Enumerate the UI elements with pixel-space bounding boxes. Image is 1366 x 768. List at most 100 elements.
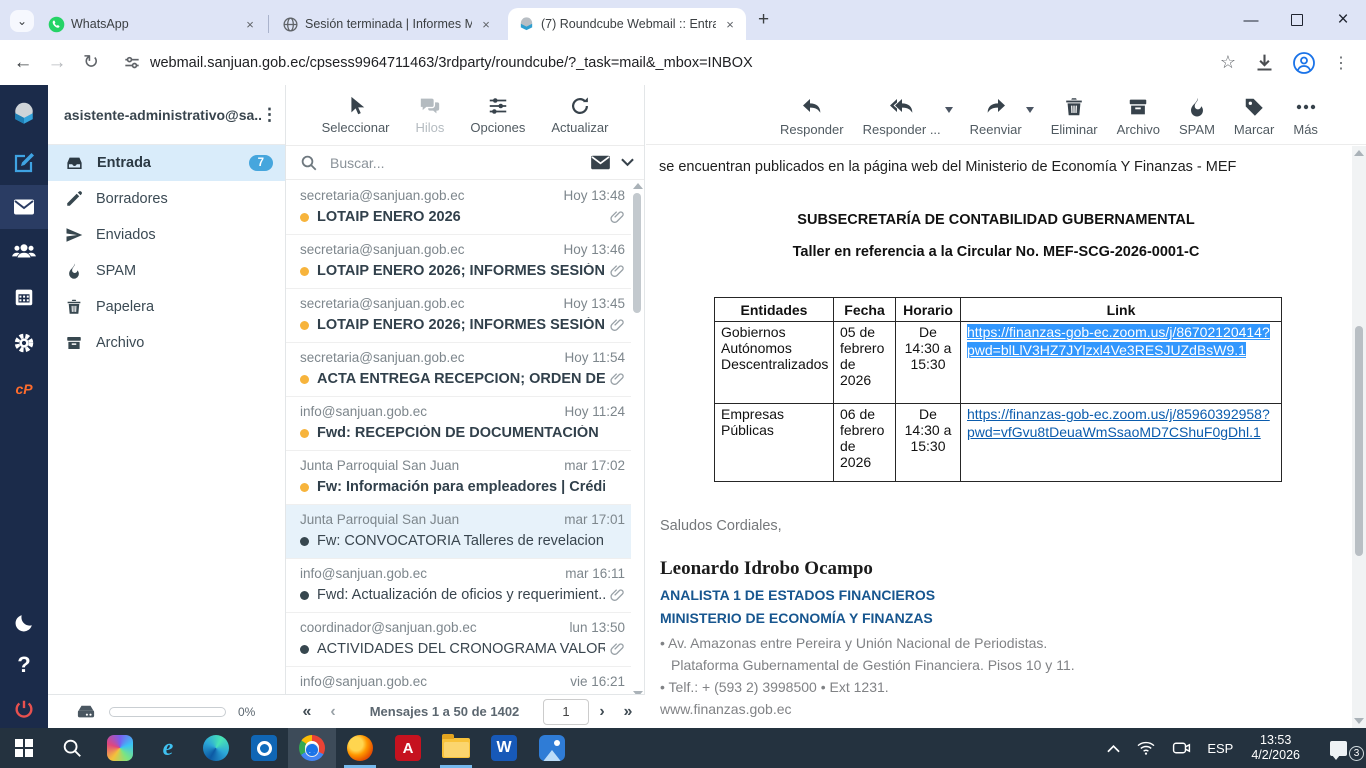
browser-menu-icon[interactable]: ⋮	[1324, 46, 1358, 80]
dark-mode-moon-icon[interactable]	[0, 601, 48, 645]
list-item[interactable]: secretaria@sanjuan.gob.ec Hoy 11:54 ACTA…	[286, 343, 631, 397]
tray-chevron-up-icon[interactable]	[1099, 728, 1128, 768]
quota-bar: 0%	[48, 694, 286, 728]
status-dot	[300, 267, 309, 276]
window-restore-button[interactable]	[1274, 0, 1320, 40]
profile-avatar-icon[interactable]	[1292, 51, 1316, 75]
reply-all-button[interactable]: Responder ...	[863, 95, 941, 137]
refresh-button[interactable]: Actualizar	[551, 95, 608, 135]
folder-entrada[interactable]: Entrada 7	[48, 145, 285, 181]
last-page-button[interactable]: »	[615, 703, 641, 721]
folder-archivo[interactable]: Archivo	[48, 325, 285, 361]
search-options-chevron-icon[interactable]	[621, 158, 634, 167]
spam-button[interactable]: SPAM	[1179, 95, 1215, 137]
tab-roundcube-active[interactable]: (7) Roundcube Webmail :: Entra ×	[508, 8, 746, 40]
tab-close-icon[interactable]: ×	[242, 16, 258, 32]
folder-enviados[interactable]: Enviados	[48, 217, 285, 253]
zoom-link[interactable]: https://finanzas-gob-ec.zoom.us/j/859603…	[967, 406, 1270, 440]
reply-button[interactable]: Responder	[780, 95, 844, 137]
page-number-input[interactable]	[543, 699, 589, 725]
wifi-icon[interactable]	[1128, 728, 1164, 768]
tab-sesion-terminada[interactable]: Sesión terminada | Informes Me ×	[272, 8, 502, 40]
first-page-button[interactable]: «	[294, 703, 320, 721]
select-button[interactable]: Seleccionar	[322, 95, 390, 135]
list-item[interactable]: Junta Parroquial San Juan mar 17:02 Fw: …	[286, 451, 631, 505]
calendar-icon[interactable]	[0, 275, 48, 319]
url-bar[interactable]: webmail.sanjuan.gob.ec/cpsess9964711463/…	[150, 55, 1211, 71]
bookmark-star-icon[interactable]: ☆	[1211, 46, 1245, 80]
firefox-icon[interactable]	[336, 728, 384, 768]
forward-dropdown-icon[interactable]	[1026, 107, 1034, 113]
copilot-icon[interactable]	[96, 728, 144, 768]
forward-button[interactable]: Reenviar	[970, 95, 1022, 137]
scroll-up-icon[interactable]	[1354, 150, 1364, 156]
tab-whatsapp[interactable]: WhatsApp ×	[38, 8, 266, 40]
cpanel-icon[interactable]: cP	[0, 367, 48, 411]
search-scope-mail-icon[interactable]	[590, 154, 611, 171]
folder-borradores[interactable]: Borradores	[48, 181, 285, 217]
zoom-link-selected[interactable]: https://finanzas-gob-ec.zoom.us/j/867021…	[967, 324, 1270, 358]
new-tab-button[interactable]: +	[758, 9, 769, 31]
language-indicator[interactable]: ESP	[1199, 728, 1241, 768]
list-item[interactable]: secretaria@sanjuan.gob.ec Hoy 13:48 LOTA…	[286, 181, 631, 235]
help-icon[interactable]: ?	[0, 643, 48, 687]
prev-page-button[interactable]: ‹	[320, 703, 346, 721]
compose-icon[interactable]	[0, 141, 48, 185]
scroll-up-icon[interactable]	[633, 183, 643, 189]
start-button[interactable]	[0, 728, 48, 768]
mark-button[interactable]: Marcar	[1234, 95, 1274, 137]
meet-now-camera-icon[interactable]	[1164, 728, 1199, 768]
account-menu-icon[interactable]: ⋮	[261, 112, 275, 117]
more-dots-icon	[1294, 95, 1318, 119]
tab-close-icon[interactable]: ×	[478, 16, 494, 32]
list-item[interactable]: Junta Parroquial San Juan mar 17:01 Fw: …	[286, 505, 631, 559]
back-button[interactable]: ←	[6, 46, 40, 80]
folder-papelera[interactable]: Papelera	[48, 289, 285, 325]
reading-pane-scrollbar[interactable]	[1352, 146, 1366, 728]
list-item[interactable]: info@sanjuan.gob.ec Hoy 11:24 Fwd: RECEP…	[286, 397, 631, 451]
window-minimize-button[interactable]: —	[1228, 0, 1274, 40]
mail-nav-icon[interactable]	[0, 185, 48, 229]
search-input[interactable]	[328, 154, 590, 172]
list-item[interactable]: secretaria@sanjuan.gob.ec Hoy 13:46 LOTA…	[286, 235, 631, 289]
word-icon[interactable]: W	[480, 728, 528, 768]
archive-button[interactable]: Archivo	[1117, 95, 1160, 137]
window-close-button[interactable]: ×	[1320, 0, 1366, 40]
message-list-scrollbar[interactable]	[632, 181, 642, 699]
downloads-icon[interactable]	[1254, 52, 1275, 73]
logout-power-icon[interactable]	[0, 687, 48, 731]
system-tray: ESP 13:53 4/2/2026 3	[1099, 728, 1366, 768]
message-subject: ACTIVIDADES DEL CRONOGRAMA VALORA...	[317, 641, 605, 657]
acrobat-icon[interactable]: A	[384, 728, 432, 768]
folder-spam[interactable]: SPAM	[48, 253, 285, 289]
scroll-down-icon[interactable]	[1354, 718, 1364, 724]
list-item[interactable]: coordinador@sanjuan.gob.ec lun 13:50 ACT…	[286, 613, 631, 667]
threads-button[interactable]: Hilos	[416, 95, 445, 135]
clock[interactable]: 13:53 4/2/2026	[1241, 733, 1310, 763]
list-item[interactable]: info@sanjuan.gob.ec mar 16:11 Fwd: Actua…	[286, 559, 631, 613]
reply-all-dropdown-icon[interactable]	[945, 107, 953, 113]
settings-gear-icon[interactable]	[0, 321, 48, 365]
contacts-icon[interactable]	[0, 229, 48, 273]
reload-button[interactable]: ↻	[74, 46, 108, 80]
edge-icon[interactable]	[192, 728, 240, 768]
chrome-taskbar-icon[interactable]	[288, 728, 336, 768]
tab-close-icon[interactable]: ×	[722, 16, 738, 32]
photos-icon[interactable]	[528, 728, 576, 768]
notification-center-icon[interactable]: 3	[1310, 728, 1366, 768]
outlook-icon[interactable]	[240, 728, 288, 768]
next-page-button[interactable]: ›	[589, 703, 615, 721]
more-button[interactable]: Más	[1293, 95, 1318, 137]
message-subject: Fwd: Actualización de oficios y requerim…	[317, 587, 605, 603]
internet-explorer-icon[interactable]: e	[144, 728, 192, 768]
file-explorer-icon[interactable]	[432, 728, 480, 768]
tab-list-chevron-icon[interactable]: ⌄	[10, 10, 34, 32]
taskbar-search-icon[interactable]	[48, 728, 96, 768]
list-item[interactable]: secretaria@sanjuan.gob.ec Hoy 13:45 LOTA…	[286, 289, 631, 343]
roundcube-logo-icon[interactable]	[0, 93, 48, 137]
account-header[interactable]: asistente-administrativo@sa... ⋮	[48, 85, 285, 145]
delete-button[interactable]: Eliminar	[1051, 95, 1098, 137]
forward-button[interactable]: →	[40, 46, 74, 80]
site-info-icon[interactable]	[122, 53, 142, 73]
options-button[interactable]: Opciones	[470, 95, 525, 135]
